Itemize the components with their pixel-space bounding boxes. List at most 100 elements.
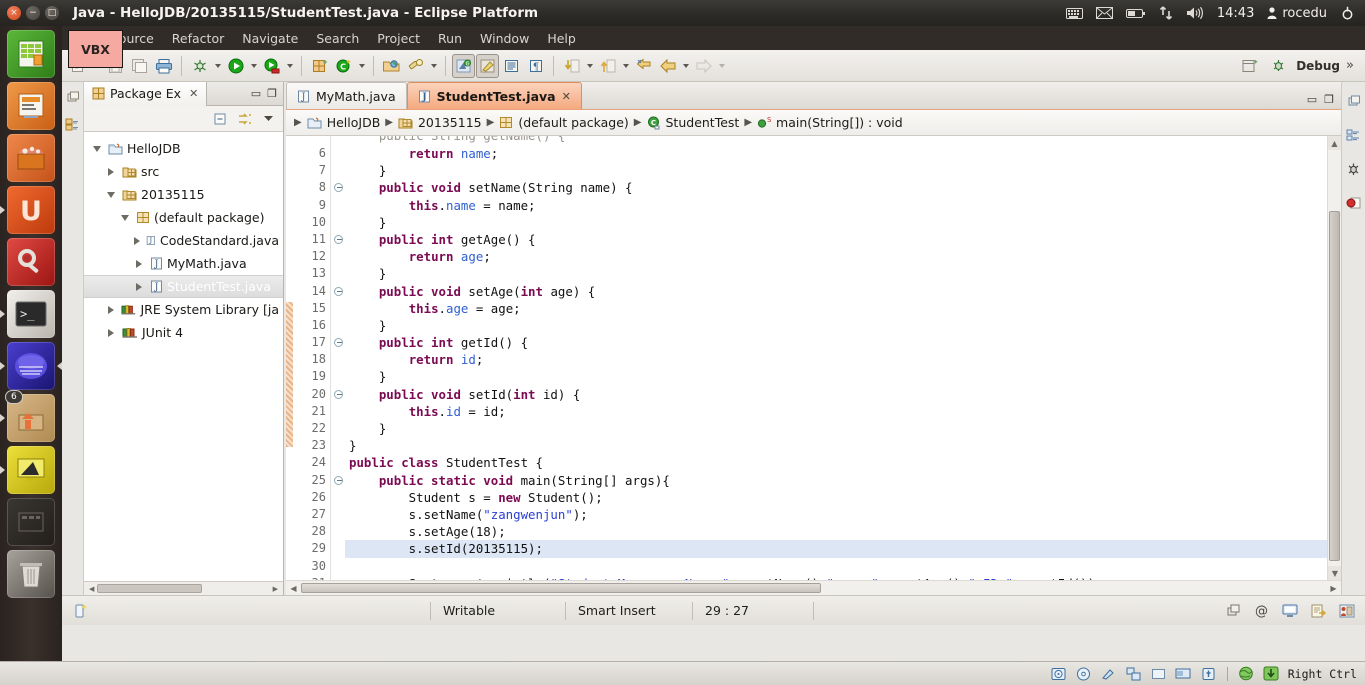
previous-annotation-dropdown[interactable] bbox=[620, 54, 631, 78]
minimize-icon[interactable]: ▭ bbox=[1307, 94, 1317, 105]
code-line-9[interactable]: this.name = name; bbox=[345, 197, 1327, 214]
launcher-item-libreoffice-impress[interactable] bbox=[7, 82, 55, 130]
code-line-16[interactable]: } bbox=[345, 317, 1327, 334]
scroll-left-arrow[interactable]: ◀ bbox=[86, 585, 97, 593]
maximize-icon[interactable]: ❐ bbox=[267, 88, 277, 99]
tree-item-mymath-java[interactable]: J MyMath.java bbox=[84, 252, 283, 275]
window-maximize-button[interactable]: □ bbox=[45, 6, 59, 20]
maximize-icon[interactable]: ❐ bbox=[1324, 94, 1334, 105]
open-type-button[interactable] bbox=[380, 54, 403, 78]
breadcrumb-item-folder[interactable]: 20135115 bbox=[418, 115, 482, 130]
forward-dropdown[interactable] bbox=[716, 54, 727, 78]
launcher-item-files-home[interactable]: 6 bbox=[0, 390, 55, 442]
restore-icon[interactable] bbox=[1227, 604, 1241, 617]
launcher-item-ubuntu-software-center[interactable] bbox=[7, 134, 55, 182]
code-line-13[interactable]: } bbox=[345, 265, 1327, 282]
twisty-collapsed[interactable] bbox=[104, 305, 117, 314]
console-icon[interactable] bbox=[1282, 604, 1298, 618]
window-close-button[interactable]: × bbox=[7, 6, 21, 20]
restore-view-icon[interactable] bbox=[1345, 92, 1363, 110]
outline-icon[interactable] bbox=[1345, 126, 1363, 144]
clock[interactable]: 14:43 bbox=[1217, 6, 1254, 21]
history-icon[interactable] bbox=[1311, 604, 1326, 618]
code-line-30[interactable] bbox=[345, 558, 1327, 575]
launcher-item-libreoffice-calc[interactable] bbox=[7, 30, 55, 78]
run-dropdown[interactable] bbox=[248, 54, 259, 78]
search-dropdown[interactable] bbox=[428, 54, 439, 78]
scroll-left-arrow[interactable]: ◀ bbox=[286, 584, 301, 593]
editor-hscrollbar[interactable]: ◀ ▶ bbox=[286, 580, 1341, 595]
last-edit-location-button[interactable] bbox=[632, 54, 655, 78]
breadcrumb-item-class[interactable]: StudentTest bbox=[666, 115, 740, 130]
twisty-collapsed[interactable] bbox=[104, 167, 118, 176]
code-line-8[interactable]: public void setName(String name) { bbox=[345, 179, 1327, 196]
mail-icon[interactable] bbox=[1095, 7, 1113, 19]
network-icon[interactable] bbox=[1125, 665, 1142, 682]
code-line-10[interactable]: } bbox=[345, 214, 1327, 231]
code-line-21[interactable]: this.id = id; bbox=[345, 403, 1327, 420]
debug-icon[interactable] bbox=[1345, 160, 1363, 178]
power-gear-icon[interactable] bbox=[1340, 6, 1355, 21]
scroll-right-arrow[interactable]: ▶ bbox=[1326, 584, 1341, 593]
toolbar-overflow-chevron[interactable]: » bbox=[1346, 58, 1354, 73]
scrollbar-thumb[interactable] bbox=[301, 583, 821, 593]
launcher-item-trash[interactable] bbox=[7, 550, 55, 598]
scroll-right-arrow[interactable]: ▶ bbox=[270, 585, 281, 593]
debug-perspective-icon[interactable] bbox=[1267, 54, 1290, 78]
back-dropdown[interactable] bbox=[680, 54, 691, 78]
twisty-expanded[interactable] bbox=[118, 214, 132, 221]
view-menu-icon[interactable] bbox=[262, 112, 275, 125]
new-java-project-button[interactable] bbox=[308, 54, 331, 78]
tree-item-junit-4[interactable]: JUnit 4 bbox=[84, 321, 283, 344]
twisty-collapsed[interactable] bbox=[132, 282, 146, 291]
code-line-27[interactable]: s.setName("zangwenjun"); bbox=[345, 506, 1327, 523]
package-explorer-hscrollbar[interactable]: ◀ ▶ bbox=[84, 581, 283, 595]
code-line-12[interactable]: return age; bbox=[345, 248, 1327, 265]
display-icon[interactable] bbox=[1175, 665, 1192, 682]
debug-button[interactable] bbox=[188, 54, 211, 78]
menu-help[interactable]: Help bbox=[538, 28, 585, 49]
menu-search[interactable]: Search bbox=[307, 28, 368, 49]
perspective-label[interactable]: Debug bbox=[1296, 59, 1340, 73]
twisty-collapsed[interactable] bbox=[132, 259, 146, 268]
code-line-7[interactable]: } bbox=[345, 162, 1327, 179]
scroll-up-arrow[interactable]: ▲ bbox=[1328, 136, 1341, 150]
code-line-14[interactable]: public void setAge(int age) { bbox=[345, 283, 1327, 300]
launcher-item-eclipse[interactable] bbox=[0, 342, 62, 390]
code-line-15[interactable]: this.age = age; bbox=[345, 300, 1327, 317]
usb-icon[interactable] bbox=[1200, 665, 1217, 682]
breadcrumb-item-project[interactable]: HelloJDB bbox=[327, 115, 381, 130]
editor-tab-studenttest-java[interactable]: J StudentTest.java ✕ bbox=[406, 82, 582, 109]
code-line-20[interactable]: public void setId(int id) { bbox=[345, 386, 1327, 403]
launcher-item-ubuntu-one[interactable]: U bbox=[0, 186, 55, 234]
volume-icon[interactable] bbox=[1186, 6, 1204, 20]
folding-ruler[interactable] bbox=[331, 136, 345, 580]
link-with-editor-icon[interactable] bbox=[237, 112, 252, 126]
run-button[interactable] bbox=[224, 54, 247, 78]
launcher-item-calculator[interactable] bbox=[7, 498, 55, 546]
code-line-19[interactable]: } bbox=[345, 368, 1327, 385]
code-line-22[interactable]: } bbox=[345, 420, 1327, 437]
code-text[interactable]: public String getName() { return name; }… bbox=[345, 136, 1327, 580]
tree-item-default-package[interactable]: (default package) bbox=[84, 206, 283, 229]
servers-icon[interactable] bbox=[1339, 604, 1355, 618]
floppy-icon[interactable] bbox=[1100, 665, 1117, 682]
next-annotation-button[interactable] bbox=[560, 54, 583, 78]
menu-run[interactable]: Run bbox=[429, 28, 471, 49]
next-annotation-dropdown[interactable] bbox=[584, 54, 595, 78]
breadcrumb-item-package[interactable]: (default package) bbox=[518, 115, 628, 130]
scrollbar-trough[interactable] bbox=[301, 583, 1326, 593]
window-minimize-button[interactable]: − bbox=[26, 6, 40, 20]
launcher-item-system-settings[interactable] bbox=[7, 238, 55, 286]
code-line-25[interactable]: public static void main(String[] args){ bbox=[345, 472, 1327, 489]
print-button[interactable] bbox=[152, 54, 175, 78]
twisty-collapsed[interactable] bbox=[132, 236, 142, 245]
new-class-dropdown[interactable] bbox=[356, 54, 367, 78]
collapse-all-icon[interactable] bbox=[213, 112, 227, 126]
editor-tab-mymath-java[interactable]: J MyMath.java bbox=[286, 82, 407, 109]
debug-dropdown[interactable] bbox=[212, 54, 223, 78]
open-perspective-button[interactable] bbox=[1238, 54, 1261, 78]
launcher-item-terminal[interactable]: >_ bbox=[0, 290, 55, 338]
breakpoints-icon[interactable] bbox=[1345, 194, 1363, 212]
optical-disk-icon[interactable] bbox=[1075, 665, 1092, 682]
